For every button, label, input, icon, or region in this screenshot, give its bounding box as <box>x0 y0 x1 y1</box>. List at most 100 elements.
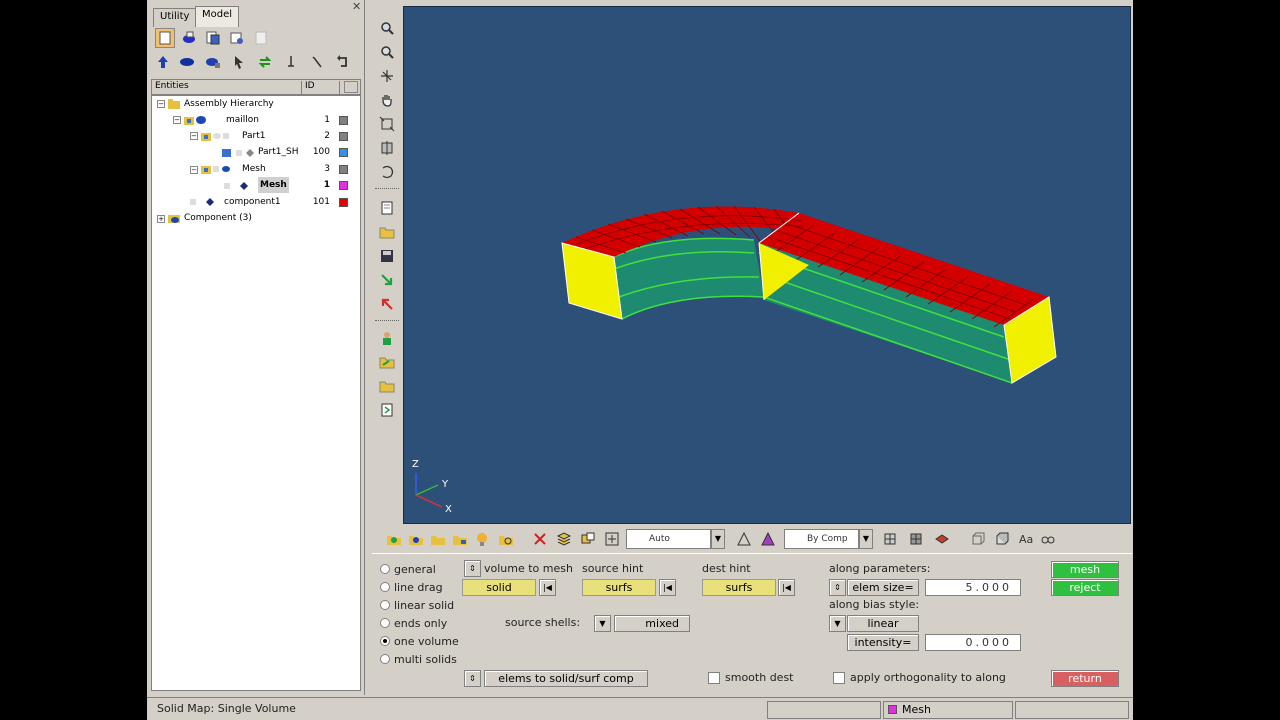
component-color-swatch[interactable] <box>339 165 348 174</box>
tree-expand-icon[interactable]: + <box>157 215 165 223</box>
mesh-button[interactable]: mesh <box>1051 561 1119 578</box>
rotate-icon[interactable] <box>376 66 398 86</box>
display-mode-select[interactable]: Auto <box>626 529 711 549</box>
rotate-view-icon[interactable] <box>376 138 398 158</box>
radio-general[interactable]: general <box>380 562 436 578</box>
source-hint-reset-icon[interactable]: |◀ <box>659 579 676 596</box>
display-mode-dropdown-icon[interactable]: ▼ <box>711 529 725 549</box>
undo-icon[interactable] <box>333 52 353 72</box>
close-icon[interactable]: ✕ <box>352 0 361 13</box>
reject-button[interactable]: reject <box>1051 579 1119 596</box>
radio-one-volume[interactable]: one volume <box>380 634 459 650</box>
smooth-dest-checkbox[interactable] <box>708 672 720 684</box>
browser-copy-icon[interactable] <box>203 28 223 48</box>
tab-model[interactable]: Model <box>195 6 240 27</box>
radio-ends-only[interactable]: ends only <box>380 616 447 632</box>
graphics-viewport[interactable]: Z Y X <box>403 6 1131 524</box>
radio-linear-solid[interactable]: linear solid <box>380 598 454 614</box>
browser-export-icon[interactable] <box>227 28 247 48</box>
find-folder-icon[interactable] <box>496 529 516 549</box>
entities-column-header[interactable]: Entities <box>152 81 302 95</box>
intensity-label-button[interactable]: intensity= <box>847 634 919 651</box>
tree-row-component-folder[interactable]: Component (3) <box>184 210 252 226</box>
tree-collapse-icon[interactable]: − <box>157 100 165 108</box>
tab-utility[interactable]: Utility <box>153 8 197 27</box>
glasses-icon[interactable] <box>1038 529 1058 549</box>
spin-icon[interactable] <box>376 162 398 182</box>
source-shells-select[interactable]: mixed <box>614 615 690 632</box>
box-shaded-icon[interactable] <box>992 529 1012 549</box>
radio-dot[interactable] <box>380 600 390 610</box>
layers-icon[interactable] <box>554 529 574 549</box>
user-profile-icon[interactable] <box>376 328 398 348</box>
elems-to-comp-button[interactable]: elems to solid/surf comp <box>484 670 648 687</box>
save-icon[interactable] <box>376 246 398 266</box>
assembly-view-icon[interactable] <box>428 529 448 549</box>
shaded-icon[interactable] <box>758 529 778 549</box>
pan-hand-icon[interactable] <box>376 90 398 110</box>
box-wire-icon[interactable] <box>968 529 988 549</box>
export-arrow-icon[interactable] <box>376 294 398 314</box>
elems-to-comp-toggle-icon[interactable]: ⇕ <box>464 670 481 687</box>
browser-tool-icon[interactable] <box>307 52 327 72</box>
tree-row-part1[interactable]: Part1 <box>242 128 266 144</box>
radio-line-drag[interactable]: line drag <box>380 580 443 596</box>
browser-up-icon[interactable] <box>153 52 173 72</box>
import-arrow-icon[interactable] <box>376 270 398 290</box>
browser-new-icon[interactable] <box>155 28 175 48</box>
radio-dot[interactable] <box>380 654 390 664</box>
source-shells-dropdown-icon[interactable]: ▼ <box>594 615 611 632</box>
light-icon[interactable] <box>472 529 492 549</box>
dest-hint-surfs-button[interactable]: surfs <box>702 579 776 596</box>
browser-isolate-icon[interactable] <box>203 52 223 72</box>
return-button[interactable]: return <box>1051 670 1119 687</box>
tree-row-mesh-part[interactable]: Mesh <box>242 161 266 177</box>
browser-component-icon[interactable] <box>179 28 199 48</box>
elem-size-selector[interactable]: elem size= <box>847 579 919 596</box>
volume-reset-icon[interactable]: |◀ <box>539 579 556 596</box>
geometry-icon[interactable] <box>384 529 404 549</box>
wireframe-icon[interactable] <box>734 529 754 549</box>
color-mode-select[interactable]: By Comp <box>784 529 859 549</box>
browser-swap-icon[interactable] <box>255 52 275 72</box>
delete-x-icon[interactable] <box>530 529 550 549</box>
along-parameters-toggle-icon[interactable]: ⇕ <box>829 579 846 596</box>
component-color-swatch[interactable] <box>339 148 348 157</box>
mesh-shaded-icon[interactable] <box>906 529 926 549</box>
id-column-header[interactable]: ID <box>302 81 340 95</box>
select-arrow-icon[interactable] <box>229 52 249 72</box>
radio-multi-solids[interactable]: multi solids <box>380 652 457 668</box>
mask-icon[interactable] <box>578 529 598 549</box>
bias-style-select[interactable]: linear <box>847 615 919 632</box>
radio-dot[interactable] <box>380 636 390 646</box>
shrink-icon[interactable] <box>932 529 952 549</box>
tree-row-part1-sh[interactable]: Part1_SH <box>258 144 298 160</box>
color-mode-dropdown-icon[interactable]: ▼ <box>859 529 873 549</box>
zoom-window-icon[interactable] <box>376 42 398 62</box>
component-color-swatch[interactable] <box>339 181 348 190</box>
tree-row-assembly-hierarchy[interactable]: Assembly Hierarchy <box>184 96 274 112</box>
apply-orthogonality-checkbox[interactable] <box>833 672 845 684</box>
source-hint-surfs-button[interactable]: surfs <box>582 579 656 596</box>
elem-size-field[interactable]: 5.000 <box>925 579 1021 596</box>
volume-solid-button[interactable]: solid <box>462 579 536 596</box>
browser-pin-icon[interactable] <box>281 52 301 72</box>
zoom-icon[interactable] <box>376 18 398 38</box>
tree-collapse-icon[interactable]: − <box>173 116 181 124</box>
radio-dot[interactable] <box>380 582 390 592</box>
tree-collapse-icon[interactable]: − <box>190 166 198 174</box>
script-icon[interactable] <box>376 400 398 420</box>
open-folder-icon[interactable] <box>376 222 398 242</box>
intensity-field[interactable]: 0.000 <box>925 634 1021 651</box>
new-file-icon[interactable] <box>376 198 398 218</box>
radio-dot[interactable] <box>380 618 390 628</box>
reset-view-icon[interactable] <box>602 529 622 549</box>
tree-row-mesh-component[interactable]: Mesh <box>258 177 289 193</box>
tree-row-maillon[interactable]: maillon <box>226 112 259 128</box>
bias-style-dropdown-icon[interactable]: ▼ <box>829 615 846 632</box>
dest-hint-reset-icon[interactable]: |◀ <box>778 579 795 596</box>
volume-selector-toggle-icon[interactable]: ⇕ <box>464 560 481 577</box>
open-model-icon[interactable] <box>376 352 398 372</box>
component-view-icon[interactable] <box>406 529 426 549</box>
color-column-icon[interactable] <box>344 81 358 93</box>
